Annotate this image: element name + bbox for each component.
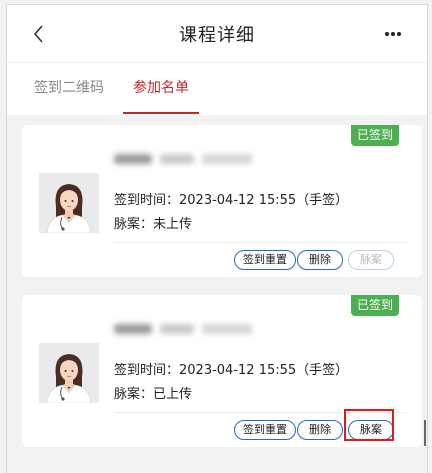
- header-bar: 课程详细: [7, 4, 427, 63]
- active-tab-indicator: [123, 112, 199, 114]
- reset-checkin-button[interactable]: 签到重置: [234, 250, 296, 270]
- page-title: 课程详细: [179, 25, 255, 46]
- more-options-icon[interactable]: [383, 27, 403, 41]
- case-value: 已上传: [153, 387, 193, 402]
- participant-card: 已签到 签到时间：: [22, 125, 422, 277]
- status-badge: 已签到: [350, 295, 399, 316]
- tab-qr-code[interactable]: 签到二维码: [34, 63, 104, 113]
- tab-label: 参加名单: [133, 80, 189, 96]
- blurred-participant-name: [114, 149, 304, 164]
- avatar: [39, 343, 99, 403]
- app-frame: 课程详细 签到二维码 参加名单 已签到 签到时间：2023-04-12 15:5…: [6, 4, 428, 473]
- checkin-label: 签到时间：: [114, 363, 180, 378]
- checkin-value: 2023-04-12 15:55（手签）: [179, 193, 349, 208]
- scrollbar-thumb[interactable]: [424, 420, 426, 446]
- checkin-time: 签到时间：2023-04-12 15:55（手签）: [114, 359, 348, 378]
- participant-card: 已签到 签到时间：: [22, 295, 422, 447]
- checkin-time: 签到时间：2023-04-12 15:55（手签）: [114, 189, 348, 208]
- highlight-box: [344, 409, 394, 441]
- blurred-participant-name: [114, 319, 304, 334]
- case-status: 脉案：已上传: [114, 383, 192, 402]
- tab-bar: 签到二维码 参加名单: [7, 62, 427, 115]
- avatar: [39, 173, 99, 233]
- reset-checkin-button[interactable]: 签到重置: [234, 420, 296, 440]
- checkin-label: 签到时间：: [114, 193, 180, 208]
- checkin-value: 2023-04-12 15:55（手签）: [179, 363, 349, 378]
- tab-label: 签到二维码: [34, 80, 104, 96]
- case-button: 脉案: [348, 250, 394, 270]
- tab-participant-list[interactable]: 参加名单: [123, 63, 199, 114]
- case-status: 脉案：未上传: [114, 213, 192, 232]
- divider: [114, 242, 407, 243]
- delete-button[interactable]: 删除: [297, 250, 343, 270]
- status-badge: 已签到: [350, 125, 399, 146]
- case-value: 未上传: [153, 217, 193, 232]
- case-label: 脉案：: [114, 387, 154, 402]
- case-label: 脉案：: [114, 217, 154, 232]
- delete-button[interactable]: 删除: [297, 420, 343, 440]
